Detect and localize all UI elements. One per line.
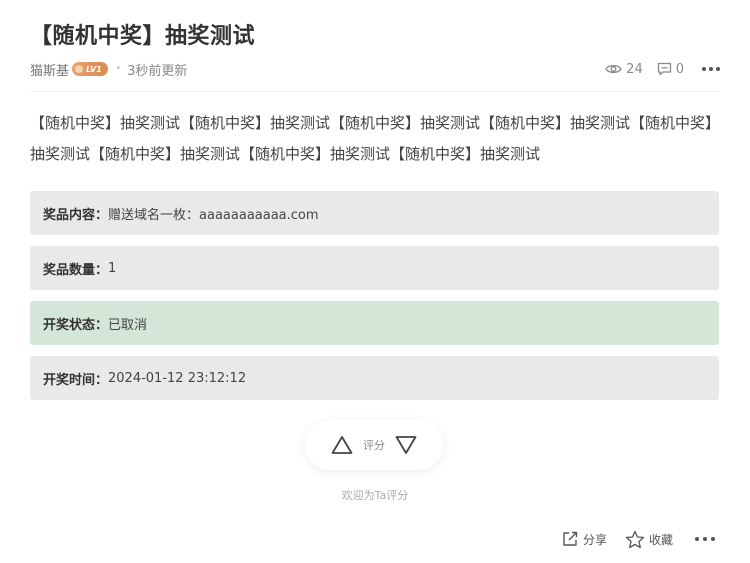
comments-stat[interactable]: 0 bbox=[657, 62, 684, 77]
prize-quantity-box: 奖品数量： 1 bbox=[30, 246, 719, 290]
triangle-up-icon[interactable] bbox=[331, 435, 353, 455]
comment-icon bbox=[657, 62, 672, 76]
favorite-button[interactable]: 收藏 bbox=[625, 530, 673, 549]
draw-status-label: 开奖状态： bbox=[43, 317, 109, 333]
triangle-down-icon[interactable] bbox=[395, 435, 417, 455]
share-label: 分享 bbox=[582, 532, 607, 547]
post-actions: 分享 收藏 bbox=[543, 528, 715, 550]
rating-hint: 欢迎为Ta评分 bbox=[341, 489, 409, 502]
draw-status-box: 开奖状态： 已取消 bbox=[30, 301, 719, 345]
level-icon bbox=[75, 65, 84, 73]
level-badge: LV1 bbox=[72, 62, 108, 76]
comments-count: 0 bbox=[675, 61, 684, 77]
meta-divider bbox=[30, 91, 720, 92]
post-stats: 24 0 bbox=[591, 62, 720, 77]
post-content: 【随机中奖】抽奖测试【随机中奖】抽奖测试【随机中奖】抽奖测试【随机中奖】抽奖测试… bbox=[30, 114, 721, 163]
level-label: LV1 bbox=[86, 64, 102, 74]
prize-content-box: 奖品内容： 赠送域名一枚：aaaaaaaaaaa.com bbox=[30, 191, 719, 235]
post-title: 【随机中奖】抽奖测试 bbox=[30, 24, 256, 49]
favorite-label: 收藏 bbox=[648, 532, 673, 547]
views-count: 24 bbox=[626, 61, 643, 77]
draw-time-box: 开奖时间： 2024-01-12 23:12:12 bbox=[30, 356, 719, 400]
rating-label: 评分 bbox=[363, 439, 385, 452]
share-icon bbox=[561, 530, 579, 548]
author-name[interactable]: 猫斯基 bbox=[30, 60, 69, 79]
rating-control: 评分 bbox=[305, 420, 443, 470]
post-page: 【随机中奖】抽奖测试 猫斯基 LV1 • 3秒前更新 24 0 【随机中奖】抽奖… bbox=[0, 0, 750, 563]
views-stat: 24 bbox=[605, 62, 643, 77]
share-button[interactable]: 分享 bbox=[561, 530, 607, 548]
meta-separator: • bbox=[115, 64, 122, 74]
eye-icon bbox=[605, 63, 622, 75]
prize-quantity-label: 奖品数量： bbox=[43, 262, 109, 278]
draw-time-label: 开奖时间： bbox=[43, 372, 109, 388]
more-dots-icon[interactable] bbox=[702, 67, 720, 71]
star-icon bbox=[625, 530, 645, 549]
draw-status-value: 已取消 bbox=[108, 317, 148, 333]
prize-quantity-value: 1 bbox=[108, 260, 117, 276]
draw-time-value: 2024-01-12 23:12:12 bbox=[108, 370, 247, 386]
updated-time: 3秒前更新 bbox=[127, 63, 188, 79]
prize-content-label: 奖品内容： bbox=[43, 207, 109, 223]
prize-content-value: 赠送域名一枚：aaaaaaaaaaa.com bbox=[108, 207, 319, 223]
more-actions-icon[interactable] bbox=[695, 537, 715, 541]
post-meta: 猫斯基 LV1 • 3秒前更新 24 0 bbox=[30, 58, 720, 80]
